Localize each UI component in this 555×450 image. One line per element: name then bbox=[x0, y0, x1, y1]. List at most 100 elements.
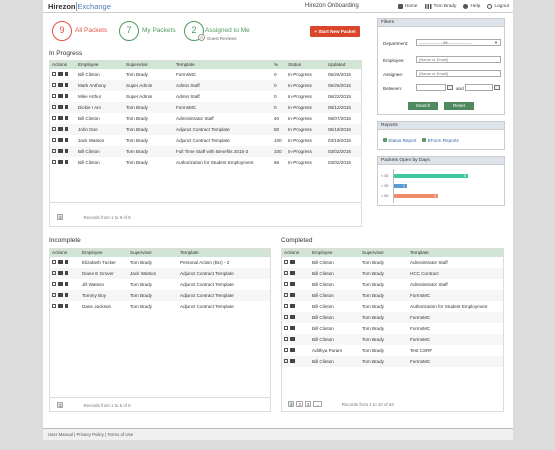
edit-icon[interactable] bbox=[290, 293, 295, 297]
edit-icon[interactable] bbox=[290, 260, 295, 264]
delete-icon[interactable] bbox=[65, 160, 68, 164]
edit-icon[interactable] bbox=[58, 149, 63, 153]
privacy-policy-link[interactable]: Privacy Policy bbox=[76, 432, 103, 437]
edit-icon[interactable] bbox=[58, 260, 63, 264]
search-button[interactable]: Search bbox=[408, 102, 438, 110]
table-row[interactable]: Jill Watson Tom Brady Adjunct Contract Tem… bbox=[50, 279, 270, 290]
nav-help[interactable]: Help bbox=[463, 4, 480, 9]
view-icon[interactable] bbox=[284, 315, 288, 319]
table-row[interactable]: Dickie I Am Tom Brady FormsMC 0 In-Progress 0… bbox=[50, 101, 361, 113]
edit-icon[interactable] bbox=[58, 293, 63, 297]
page-button-1[interactable]: 1 bbox=[288, 401, 295, 407]
view-icon[interactable] bbox=[52, 127, 56, 131]
my-packets-count[interactable]: 7 bbox=[119, 21, 139, 41]
bar[interactable]: 5 bbox=[394, 174, 468, 178]
table-row[interactable]: Dane Jackson Tom Brady Adjunct Contract Te… bbox=[50, 301, 270, 312]
delete-icon[interactable] bbox=[65, 293, 68, 297]
table-row[interactable]: Mark Anthony Super Admin Admin Staff 0 In-Pr… bbox=[50, 79, 361, 91]
view-icon[interactable] bbox=[52, 282, 56, 286]
edit-icon[interactable] bbox=[290, 315, 295, 319]
view-icon[interactable] bbox=[52, 260, 56, 264]
view-icon[interactable] bbox=[52, 160, 56, 164]
table-row[interactable]: Tommy Boy Tom Brady Adjunct Contract Templ… bbox=[50, 289, 270, 301]
table-row[interactable]: Elizabeth Tucker Tom Brady Personal Action… bbox=[50, 257, 270, 268]
edit-icon[interactable] bbox=[58, 127, 63, 131]
edit-icon[interactable] bbox=[58, 138, 63, 142]
guest-reviews-count[interactable]: 0 bbox=[198, 34, 205, 41]
table-row[interactable]: Adithya Puram Tom Brady Test CSRF bbox=[282, 345, 503, 356]
edit-icon[interactable] bbox=[58, 105, 63, 109]
table-row[interactable]: Mike Arthur Super Admin Admin Staff 0 In-Pro… bbox=[50, 91, 361, 102]
edit-icon[interactable] bbox=[290, 282, 295, 286]
edit-icon[interactable] bbox=[58, 271, 63, 275]
assigned-label[interactable]: Assigned to Me bbox=[205, 27, 250, 34]
edit-icon[interactable] bbox=[58, 94, 63, 98]
table-row[interactable]: Jack Watson Tom Brady Adjunct Contract Tem… bbox=[50, 135, 361, 146]
view-icon[interactable] bbox=[52, 83, 56, 87]
nav-logout[interactable]: Logout bbox=[487, 4, 509, 9]
delete-icon[interactable] bbox=[65, 260, 68, 264]
terms-of-use-link[interactable]: Terms of Use bbox=[107, 432, 133, 437]
delete-icon[interactable] bbox=[65, 127, 68, 131]
edit-icon[interactable] bbox=[290, 359, 295, 363]
edit-icon[interactable] bbox=[290, 271, 295, 275]
all-packets-label[interactable]: All Packets bbox=[75, 27, 107, 34]
view-icon[interactable] bbox=[52, 271, 56, 275]
delete-icon[interactable] bbox=[65, 304, 68, 308]
table-row[interactable]: Bill Clinton Tom Brady Full Time Staff wit… bbox=[50, 145, 361, 157]
delete-icon[interactable] bbox=[65, 271, 68, 275]
edit-icon[interactable] bbox=[290, 326, 295, 330]
view-icon[interactable] bbox=[284, 293, 288, 297]
nav-user[interactable]: Tom Brady bbox=[424, 4, 456, 9]
page-button-2[interactable]: 2 bbox=[296, 401, 303, 407]
view-icon[interactable] bbox=[52, 116, 56, 120]
view-icon[interactable] bbox=[52, 94, 56, 98]
page-button-3[interactable]: 3 bbox=[304, 401, 312, 407]
delete-icon[interactable] bbox=[65, 105, 68, 109]
table-row[interactable]: Bill Clinton Tom Brady Administrator Staff… bbox=[50, 113, 361, 124]
view-icon[interactable] bbox=[52, 304, 56, 308]
view-icon[interactable] bbox=[284, 359, 288, 363]
table-row[interactable]: Bill Clinton Tom Brady Administrator Staff bbox=[282, 279, 503, 290]
date-from-input[interactable] bbox=[416, 84, 446, 91]
table-row[interactable]: John Doe Tom Brady Adjunct Contract Templa… bbox=[50, 123, 361, 135]
edit-icon[interactable] bbox=[290, 304, 295, 308]
edit-icon[interactable] bbox=[58, 83, 63, 87]
edit-icon[interactable] bbox=[58, 72, 63, 76]
delete-icon[interactable] bbox=[65, 149, 68, 153]
all-packets-count[interactable]: 9 bbox=[52, 21, 72, 41]
table-row[interactable]: Bill Clinton Tom Brady FormsMC 0 In-Progress… bbox=[50, 69, 361, 80]
view-icon[interactable] bbox=[284, 326, 288, 330]
view-icon[interactable] bbox=[52, 293, 56, 297]
delete-icon[interactable] bbox=[65, 83, 68, 87]
view-icon[interactable] bbox=[284, 304, 288, 308]
view-icon[interactable] bbox=[284, 260, 288, 264]
table-row[interactable]: Bill Clinton Tom Brady Administrator Staff bbox=[282, 257, 503, 268]
eform-reports-link[interactable]: EForm Reports bbox=[422, 138, 459, 143]
edit-icon[interactable] bbox=[58, 282, 63, 286]
bar[interactable]: 3 bbox=[394, 194, 438, 198]
edit-icon[interactable] bbox=[290, 348, 295, 352]
assignee-input[interactable] bbox=[416, 70, 501, 77]
page-button[interactable]: 1 bbox=[57, 402, 64, 408]
logo[interactable]: Hirezon Exchange bbox=[48, 2, 111, 11]
employee-input[interactable] bbox=[416, 56, 501, 63]
delete-icon[interactable] bbox=[65, 72, 68, 76]
table-row[interactable]: Bill Clinton Tom Brady Authorization for S… bbox=[282, 301, 503, 312]
view-icon[interactable] bbox=[52, 138, 56, 142]
table-row[interactable]: Bill Clinton Tom Brady Authorization for S… bbox=[50, 157, 361, 168]
table-row[interactable]: Bill Clinton Tom Brady FormsMC bbox=[282, 311, 503, 323]
view-icon[interactable] bbox=[284, 282, 288, 286]
view-icon[interactable] bbox=[52, 149, 56, 153]
edit-icon[interactable] bbox=[58, 304, 63, 308]
view-icon[interactable] bbox=[284, 337, 288, 341]
view-icon[interactable] bbox=[284, 271, 288, 275]
view-icon[interactable] bbox=[52, 105, 56, 109]
department-select[interactable]: ------------------All------------------ … bbox=[416, 39, 501, 46]
start-new-packet-button[interactable]: + Start New Packet bbox=[310, 26, 360, 37]
guest-reviews-label[interactable]: Guest Reviews bbox=[207, 36, 237, 41]
calendar-icon[interactable] bbox=[494, 85, 500, 90]
calendar-icon[interactable] bbox=[447, 85, 453, 90]
status-report-link[interactable]: Status Report bbox=[383, 138, 416, 143]
table-row[interactable]: Bill Clinton Tom Brady FormsMC bbox=[282, 333, 503, 345]
